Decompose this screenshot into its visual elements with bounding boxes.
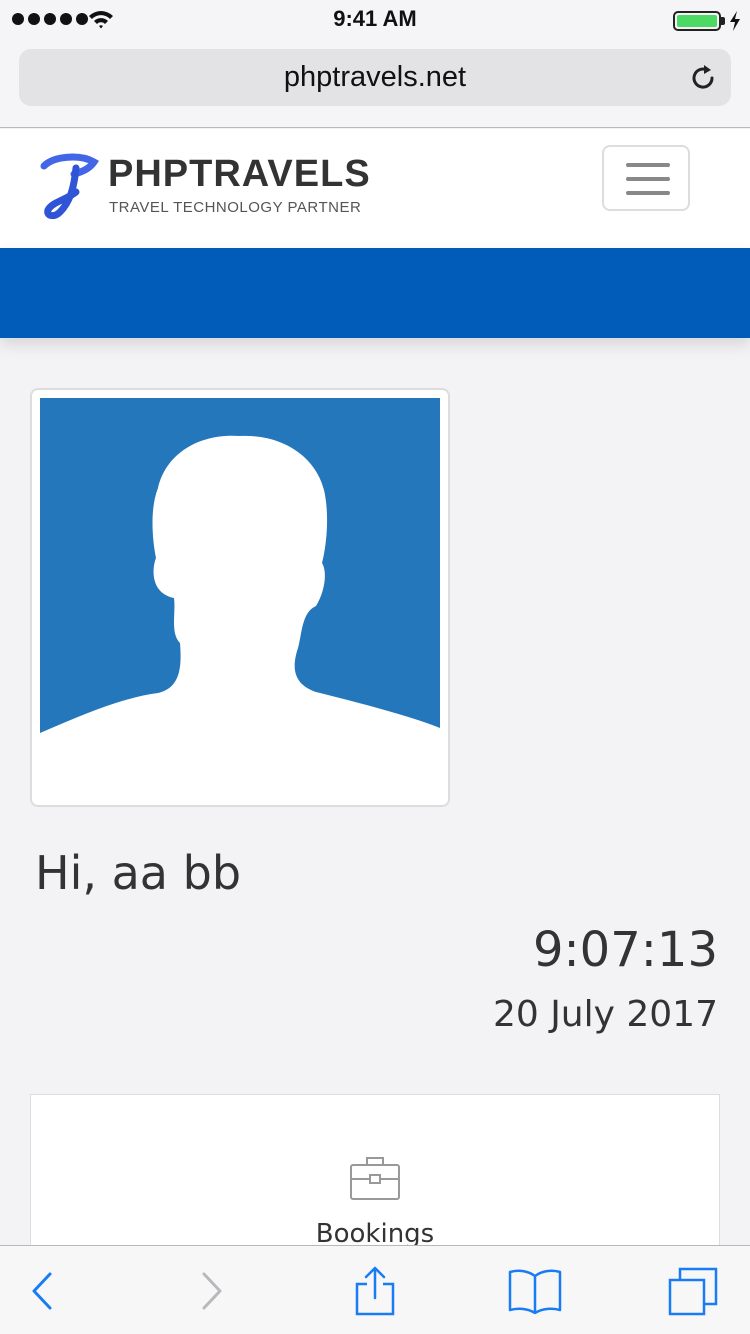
- menu-toggle-button[interactable]: [602, 145, 690, 211]
- url-text[interactable]: phptravels.net: [19, 49, 731, 106]
- bookmarks-icon[interactable]: [507, 1266, 563, 1316]
- hero-band: [0, 248, 750, 338]
- site-header: PHPTRAVELS TRAVEL TECHNOLOGY PARTNER: [0, 129, 750, 248]
- greeting-text: Hi, aa bb: [35, 846, 242, 900]
- current-time: 9:07:13: [532, 922, 718, 978]
- logo-title[interactable]: PHPTRAVELS: [108, 153, 371, 196]
- status-time: 9:41 AM: [333, 6, 417, 31]
- briefcase-icon: [350, 1157, 400, 1200]
- charging-icon: [730, 11, 740, 31]
- menu-icon: [626, 163, 670, 167]
- profile-avatar-card: [30, 388, 450, 807]
- share-icon[interactable]: [347, 1266, 403, 1316]
- battery-icon: [673, 11, 721, 31]
- tabs-icon[interactable]: [666, 1266, 722, 1316]
- browser-toolbar: [0, 1245, 750, 1334]
- logo-subtitle: TRAVEL TECHNOLOGY PARTNER: [109, 199, 362, 216]
- reload-icon[interactable]: [688, 63, 718, 93]
- address-bar[interactable]: phptravels.net: [19, 49, 731, 106]
- avatar: [40, 398, 440, 798]
- person-silhouette-icon: [40, 435, 440, 798]
- current-date: 20 July 2017: [492, 994, 718, 1035]
- browser-address-area: phptravels.net: [0, 40, 750, 128]
- forward-icon[interactable]: [184, 1266, 240, 1316]
- back-icon[interactable]: [16, 1266, 72, 1316]
- battery-tip: [721, 17, 725, 25]
- menu-icon-bar: [626, 177, 670, 181]
- status-bar: 9:41 AM: [0, 0, 750, 40]
- menu-icon-bar: [626, 191, 670, 195]
- phptravels-logo-icon[interactable]: [40, 152, 100, 222]
